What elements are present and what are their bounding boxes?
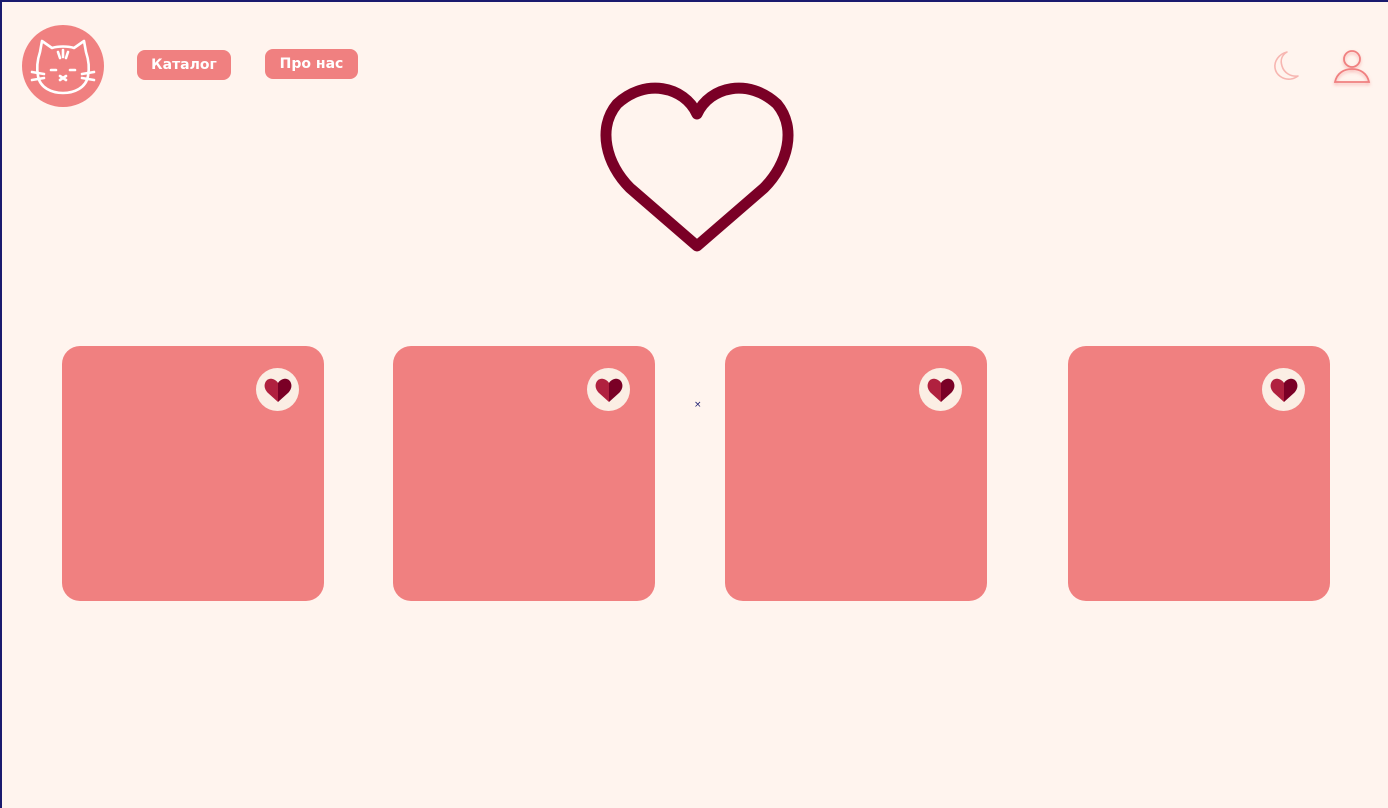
product-card-1[interactable] [62, 346, 324, 601]
product-card-4[interactable] [1068, 346, 1330, 601]
heart-half-icon [927, 378, 954, 402]
nav-about-button[interactable]: Про нас [265, 49, 358, 79]
logo-cat-icon[interactable] [22, 25, 104, 107]
heart-half-icon [264, 378, 291, 402]
favorite-button[interactable] [1262, 368, 1305, 411]
heart-outline-icon [600, 80, 794, 252]
heart-half-icon [1270, 378, 1297, 402]
cat-face-icon [30, 39, 96, 95]
product-card-2[interactable] [393, 346, 655, 601]
user-profile-icon[interactable] [1331, 46, 1373, 88]
moon-icon[interactable] [1267, 49, 1301, 83]
product-card-3[interactable] [725, 346, 987, 601]
mouse-cursor: × [694, 400, 702, 410]
favorite-button[interactable] [256, 368, 299, 411]
heart-half-icon [595, 378, 622, 402]
favorite-button[interactable] [587, 368, 630, 411]
favorite-button[interactable] [919, 368, 962, 411]
nav-catalog-button[interactable]: Каталог [137, 50, 231, 80]
